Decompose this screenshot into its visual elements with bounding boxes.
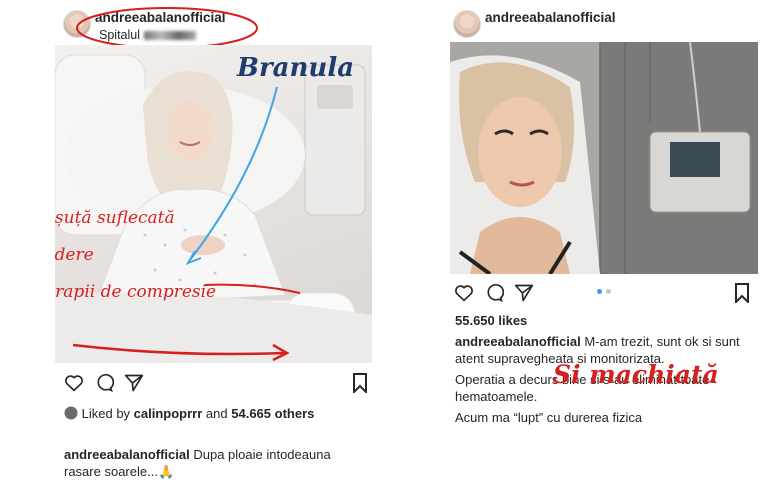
liker-avatar[interactable] (64, 406, 78, 420)
annotation-line-1: cămășuță suflecată (55, 208, 175, 228)
annotation-arrow-blue (72, 86, 301, 362)
likes-count[interactable]: 55.650 likes (455, 313, 527, 328)
share-icon[interactable] (513, 282, 535, 304)
post-right: andreeabalanofficial 55.650 likes andree… (445, 0, 760, 492)
liked-by: Liked by calinpoprrr and 54.665 others (64, 405, 364, 423)
caption-line-3: Acum ma “lupt” cu durerea fizica (455, 410, 643, 425)
liked-by-count[interactable]: 54.665 (231, 406, 271, 421)
username[interactable]: andreeabalanofficial (485, 10, 616, 25)
heart-icon[interactable] (63, 372, 85, 394)
annotation-line-3: la ciorapii de compresie (55, 282, 217, 302)
liked-by-others[interactable]: others (275, 406, 315, 421)
annotation-si-machiata: Si machiată (553, 360, 719, 389)
caption-username[interactable]: andreeabalanofficial (455, 334, 581, 349)
liked-by-prefix: Liked by (81, 406, 131, 421)
likes-count-text: 55.650 likes (455, 313, 528, 328)
post-header: andreeabalanofficial (445, 6, 760, 46)
post-header: andreeabalanofficial Spitalul (55, 6, 380, 49)
comment-icon[interactable] (93, 372, 115, 394)
post-left: andreeabalanofficial Spitalul Branula șu… (55, 0, 380, 492)
caption: andreeabalanofficial Dupa ploaie intodea… (64, 446, 364, 480)
share-icon[interactable] (123, 372, 145, 394)
liked-by-user[interactable]: calinpoprrr (134, 406, 203, 421)
caption-username[interactable]: andreeabalanofficial (64, 447, 190, 462)
bookmark-icon[interactable] (349, 372, 371, 394)
action-bar (63, 372, 367, 396)
annotation-line-2: cu vedere (55, 245, 94, 265)
liked-by-and: and (205, 406, 228, 421)
heart-icon[interactable] (453, 282, 475, 304)
praying-hands-icon: 🙏 (157, 464, 175, 479)
hospital-room-illustration (450, 42, 758, 274)
post-photo[interactable] (450, 42, 758, 274)
comment-icon[interactable] (483, 282, 505, 304)
post-photo[interactable]: Branula cămășuță suflecată cu vedere la … (55, 45, 372, 363)
avatar[interactable] (453, 10, 481, 38)
bookmark-icon[interactable] (731, 282, 753, 304)
action-bar (453, 282, 753, 306)
caption: andreeabalanofficial M-am trezit, sunt o… (455, 333, 753, 483)
